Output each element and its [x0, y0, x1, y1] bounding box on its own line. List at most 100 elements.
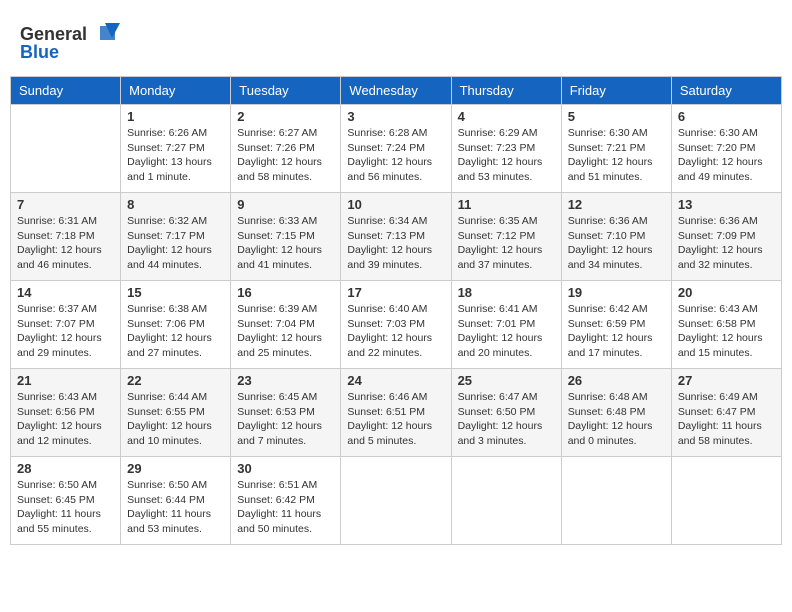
week-row-4: 21 Sunrise: 6:43 AMSunset: 6:56 PMDayligh… — [11, 369, 782, 457]
day-cell: 7 Sunrise: 6:31 AMSunset: 7:18 PMDaylight… — [11, 193, 121, 281]
day-number: 19 — [568, 285, 665, 300]
day-info: Sunrise: 6:36 AMSunset: 7:09 PMDaylight:… — [678, 214, 775, 273]
day-cell: 19 Sunrise: 6:42 AMSunset: 6:59 PMDayligh… — [561, 281, 671, 369]
day-cell: 29 Sunrise: 6:50 AMSunset: 6:44 PMDayligh… — [121, 457, 231, 545]
day-cell: 21 Sunrise: 6:43 AMSunset: 6:56 PMDayligh… — [11, 369, 121, 457]
day-cell: 28 Sunrise: 6:50 AMSunset: 6:45 PMDayligh… — [11, 457, 121, 545]
day-header-tuesday: Tuesday — [231, 77, 341, 105]
day-cell — [11, 105, 121, 193]
day-cell: 1 Sunrise: 6:26 AMSunset: 7:27 PMDaylight… — [121, 105, 231, 193]
day-cell: 17 Sunrise: 6:40 AMSunset: 7:03 PMDayligh… — [341, 281, 451, 369]
day-cell — [561, 457, 671, 545]
day-cell: 18 Sunrise: 6:41 AMSunset: 7:01 PMDayligh… — [451, 281, 561, 369]
day-cell: 2 Sunrise: 6:27 AMSunset: 7:26 PMDaylight… — [231, 105, 341, 193]
day-info: Sunrise: 6:36 AMSunset: 7:10 PMDaylight:… — [568, 214, 665, 273]
day-number: 21 — [17, 373, 114, 388]
day-info: Sunrise: 6:28 AMSunset: 7:24 PMDaylight:… — [347, 126, 444, 185]
day-info: Sunrise: 6:26 AMSunset: 7:27 PMDaylight:… — [127, 126, 224, 185]
day-number: 22 — [127, 373, 224, 388]
day-header-friday: Friday — [561, 77, 671, 105]
day-info: Sunrise: 6:43 AMSunset: 6:58 PMDaylight:… — [678, 302, 775, 361]
day-header-wednesday: Wednesday — [341, 77, 451, 105]
day-info: Sunrise: 6:45 AMSunset: 6:53 PMDaylight:… — [237, 390, 334, 449]
day-info: Sunrise: 6:30 AMSunset: 7:21 PMDaylight:… — [568, 126, 665, 185]
day-number: 9 — [237, 197, 334, 212]
day-info: Sunrise: 6:48 AMSunset: 6:48 PMDaylight:… — [568, 390, 665, 449]
day-cell: 12 Sunrise: 6:36 AMSunset: 7:10 PMDayligh… — [561, 193, 671, 281]
day-info: Sunrise: 6:46 AMSunset: 6:51 PMDaylight:… — [347, 390, 444, 449]
day-info: Sunrise: 6:35 AMSunset: 7:12 PMDaylight:… — [458, 214, 555, 273]
day-info: Sunrise: 6:49 AMSunset: 6:47 PMDaylight:… — [678, 390, 775, 449]
day-header-saturday: Saturday — [671, 77, 781, 105]
day-number: 13 — [678, 197, 775, 212]
day-info: Sunrise: 6:42 AMSunset: 6:59 PMDaylight:… — [568, 302, 665, 361]
day-number: 7 — [17, 197, 114, 212]
day-info: Sunrise: 6:39 AMSunset: 7:04 PMDaylight:… — [237, 302, 334, 361]
day-number: 20 — [678, 285, 775, 300]
day-number: 28 — [17, 461, 114, 476]
week-row-3: 14 Sunrise: 6:37 AMSunset: 7:07 PMDayligh… — [11, 281, 782, 369]
day-number: 14 — [17, 285, 114, 300]
day-cell: 14 Sunrise: 6:37 AMSunset: 7:07 PMDayligh… — [11, 281, 121, 369]
day-number: 5 — [568, 109, 665, 124]
day-info: Sunrise: 6:37 AMSunset: 7:07 PMDaylight:… — [17, 302, 114, 361]
day-number: 17 — [347, 285, 444, 300]
day-info: Sunrise: 6:51 AMSunset: 6:42 PMDaylight:… — [237, 478, 334, 537]
day-number: 10 — [347, 197, 444, 212]
day-info: Sunrise: 6:47 AMSunset: 6:50 PMDaylight:… — [458, 390, 555, 449]
day-cell: 13 Sunrise: 6:36 AMSunset: 7:09 PMDayligh… — [671, 193, 781, 281]
day-cell: 30 Sunrise: 6:51 AMSunset: 6:42 PMDayligh… — [231, 457, 341, 545]
day-number: 12 — [568, 197, 665, 212]
day-info: Sunrise: 6:32 AMSunset: 7:17 PMDaylight:… — [127, 214, 224, 273]
day-cell: 10 Sunrise: 6:34 AMSunset: 7:13 PMDayligh… — [341, 193, 451, 281]
header-row: SundayMondayTuesdayWednesdayThursdayFrid… — [11, 77, 782, 105]
day-number: 2 — [237, 109, 334, 124]
week-row-1: 1 Sunrise: 6:26 AMSunset: 7:27 PMDaylight… — [11, 105, 782, 193]
day-number: 1 — [127, 109, 224, 124]
day-info: Sunrise: 6:43 AMSunset: 6:56 PMDaylight:… — [17, 390, 114, 449]
day-cell: 5 Sunrise: 6:30 AMSunset: 7:21 PMDaylight… — [561, 105, 671, 193]
day-cell: 3 Sunrise: 6:28 AMSunset: 7:24 PMDaylight… — [341, 105, 451, 193]
day-cell: 23 Sunrise: 6:45 AMSunset: 6:53 PMDayligh… — [231, 369, 341, 457]
day-cell — [451, 457, 561, 545]
day-number: 3 — [347, 109, 444, 124]
day-number: 27 — [678, 373, 775, 388]
day-number: 25 — [458, 373, 555, 388]
day-info: Sunrise: 6:50 AMSunset: 6:44 PMDaylight:… — [127, 478, 224, 537]
day-cell: 9 Sunrise: 6:33 AMSunset: 7:15 PMDaylight… — [231, 193, 341, 281]
day-info: Sunrise: 6:29 AMSunset: 7:23 PMDaylight:… — [458, 126, 555, 185]
day-cell: 26Sunrise: 6:48 AMSunset: 6:48 PMDayligh… — [561, 369, 671, 457]
calendar-table: SundayMondayTuesdayWednesdayThursdayFrid… — [10, 76, 782, 545]
day-cell: 8 Sunrise: 6:32 AMSunset: 7:17 PMDaylight… — [121, 193, 231, 281]
day-info: Sunrise: 6:41 AMSunset: 7:01 PMDaylight:… — [458, 302, 555, 361]
day-number: 15 — [127, 285, 224, 300]
day-cell: 27 Sunrise: 6:49 AMSunset: 6:47 PMDayligh… — [671, 369, 781, 457]
day-number: 30 — [237, 461, 334, 476]
day-cell: 25 Sunrise: 6:47 AMSunset: 6:50 PMDayligh… — [451, 369, 561, 457]
day-cell — [671, 457, 781, 545]
day-info: Sunrise: 6:30 AMSunset: 7:20 PMDaylight:… — [678, 126, 775, 185]
day-info: Sunrise: 6:44 AMSunset: 6:55 PMDaylight:… — [127, 390, 224, 449]
day-header-sunday: Sunday — [11, 77, 121, 105]
day-info: Sunrise: 6:33 AMSunset: 7:15 PMDaylight:… — [237, 214, 334, 273]
day-info: Sunrise: 6:40 AMSunset: 7:03 PMDaylight:… — [347, 302, 444, 361]
day-cell: 22 Sunrise: 6:44 AMSunset: 6:55 PMDayligh… — [121, 369, 231, 457]
day-info: Sunrise: 6:50 AMSunset: 6:45 PMDaylight:… — [17, 478, 114, 537]
svg-text:Blue: Blue — [20, 42, 59, 62]
day-number: 18 — [458, 285, 555, 300]
day-number: 4 — [458, 109, 555, 124]
day-info: Sunrise: 6:31 AMSunset: 7:18 PMDaylight:… — [17, 214, 114, 273]
logo: General Blue — [20, 18, 130, 68]
week-row-2: 7 Sunrise: 6:31 AMSunset: 7:18 PMDaylight… — [11, 193, 782, 281]
day-number: 29 — [127, 461, 224, 476]
day-cell — [341, 457, 451, 545]
day-info: Sunrise: 6:38 AMSunset: 7:06 PMDaylight:… — [127, 302, 224, 361]
day-cell: 15 Sunrise: 6:38 AMSunset: 7:06 PMDayligh… — [121, 281, 231, 369]
day-cell: 16 Sunrise: 6:39 AMSunset: 7:04 PMDayligh… — [231, 281, 341, 369]
day-info: Sunrise: 6:27 AMSunset: 7:26 PMDaylight:… — [237, 126, 334, 185]
day-number: 23 — [237, 373, 334, 388]
day-header-thursday: Thursday — [451, 77, 561, 105]
day-number: 8 — [127, 197, 224, 212]
day-number: 16 — [237, 285, 334, 300]
day-info: Sunrise: 6:34 AMSunset: 7:13 PMDaylight:… — [347, 214, 444, 273]
